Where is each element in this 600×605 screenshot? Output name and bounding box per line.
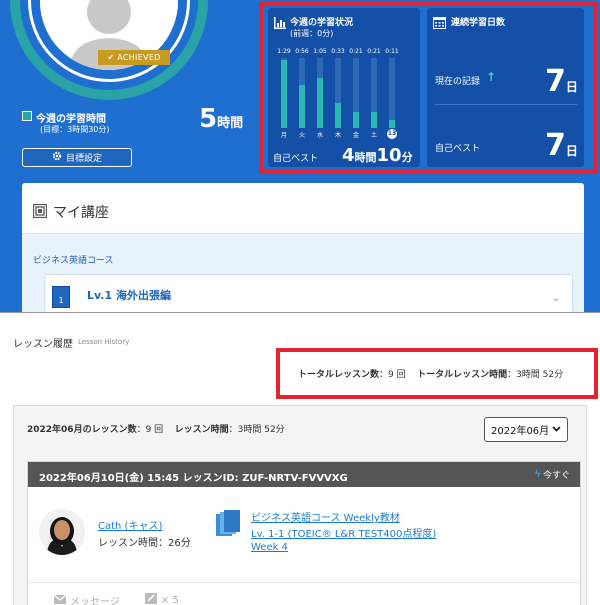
achieved-label: ACHIEVED: [117, 53, 161, 62]
month-history-card: 2022年06月のレッスン数：9 回 レッスン時間：3時間 52分 2022年0…: [13, 405, 587, 605]
material-week-link[interactable]: Week 4: [251, 542, 288, 553]
month-select[interactable]: 2022年06月: [484, 417, 568, 442]
lesson-now-label: 今すぐ: [542, 471, 570, 481]
month-time-label: レッスン時間: [174, 425, 229, 435]
weekly-study-hours-unit: 時間: [217, 116, 244, 131]
highlight-box-stats: [259, 2, 597, 174]
materials-icon: [215, 510, 241, 542]
message-button[interactable]: メッセージ: [53, 593, 120, 605]
message-label: メッセージ: [70, 597, 120, 605]
month-count-label: 2022年06月のレッスン数: [27, 425, 137, 435]
gear-icon: [52, 151, 62, 164]
lesson-card: 2022年06月10日(金) 15:45 レッスンID: ZUF-NRTV-FV…: [27, 461, 581, 605]
month-select-value: 2022年06月: [491, 426, 550, 437]
lesson-header: 2022年06月10日(金) 15:45 レッスンID: ZUF-NRTV-FV…: [28, 462, 580, 487]
favorite-count-value: × 5: [161, 594, 179, 605]
weekly-study-label: 今週の学習時間: [36, 114, 106, 125]
lesson-header-text: 2022年06月10日(金) 15:45 レッスンID: ZUF-NRTV-FV…: [39, 473, 348, 484]
my-course-icon: [32, 203, 48, 222]
favorite-count[interactable]: × 5: [145, 593, 179, 605]
lesson-duration: レッスン時間：26分: [98, 538, 191, 549]
bolt-icon: ϟ: [534, 469, 541, 480]
material-level-link[interactable]: Lv. 1-1 (TOEIC® L&R TEST400点程度): [251, 525, 436, 540]
lesson-footer-divider: [28, 582, 580, 583]
pencil-icon: [145, 593, 157, 605]
check-icon: ✔: [107, 53, 115, 62]
weekly-study-hours-value: 5: [199, 104, 218, 134]
month-count-value: ：9 回: [136, 425, 164, 435]
weekly-study-hours: 5時間: [199, 104, 243, 134]
achieved-badge: ✔ ACHIEVED: [98, 50, 170, 65]
section-divider: [0, 312, 600, 313]
material-course-link[interactable]: ビジネス英語コース Weekly教材: [251, 509, 400, 524]
lesson-history-title: レッスン履歴: [13, 339, 73, 350]
study-legend-square: [22, 111, 32, 121]
lesson-now-tag: ϟ 今すぐ: [534, 468, 570, 481]
month-summary: 2022年06月のレッスン数：9 回 レッスン時間：3時間 52分: [27, 422, 285, 435]
lesson-history-subtitle: Lesson History: [78, 338, 130, 346]
chevron-down-icon[interactable]: ⌄: [552, 293, 560, 304]
course-category-label: ビジネス英語コース: [33, 256, 114, 266]
course-item-name[interactable]: Lv.1 海外出張編: [87, 287, 171, 303]
goal-settings-button[interactable]: 目標設定: [22, 148, 132, 167]
tutor-name-link[interactable]: Cath (キャス): [98, 517, 162, 532]
mail-icon: [53, 594, 67, 605]
my-course-card: マイ講座 ビジネス英語コース 1 Lv.1 海外出張編 ⌄: [22, 183, 584, 312]
month-time-value: ：3時間 52分: [228, 425, 285, 435]
course-book-number: 1: [58, 296, 64, 305]
my-course-title: マイ講座: [53, 205, 109, 221]
highlight-box-totals: [276, 348, 598, 399]
tutor-avatar[interactable]: [39, 509, 85, 555]
chevron-down-icon: [552, 424, 561, 435]
weekly-study-target: (目標：3時間30分): [40, 125, 110, 134]
course-book-icon: 1: [52, 286, 70, 308]
goal-settings-label: 目標設定: [65, 154, 102, 164]
